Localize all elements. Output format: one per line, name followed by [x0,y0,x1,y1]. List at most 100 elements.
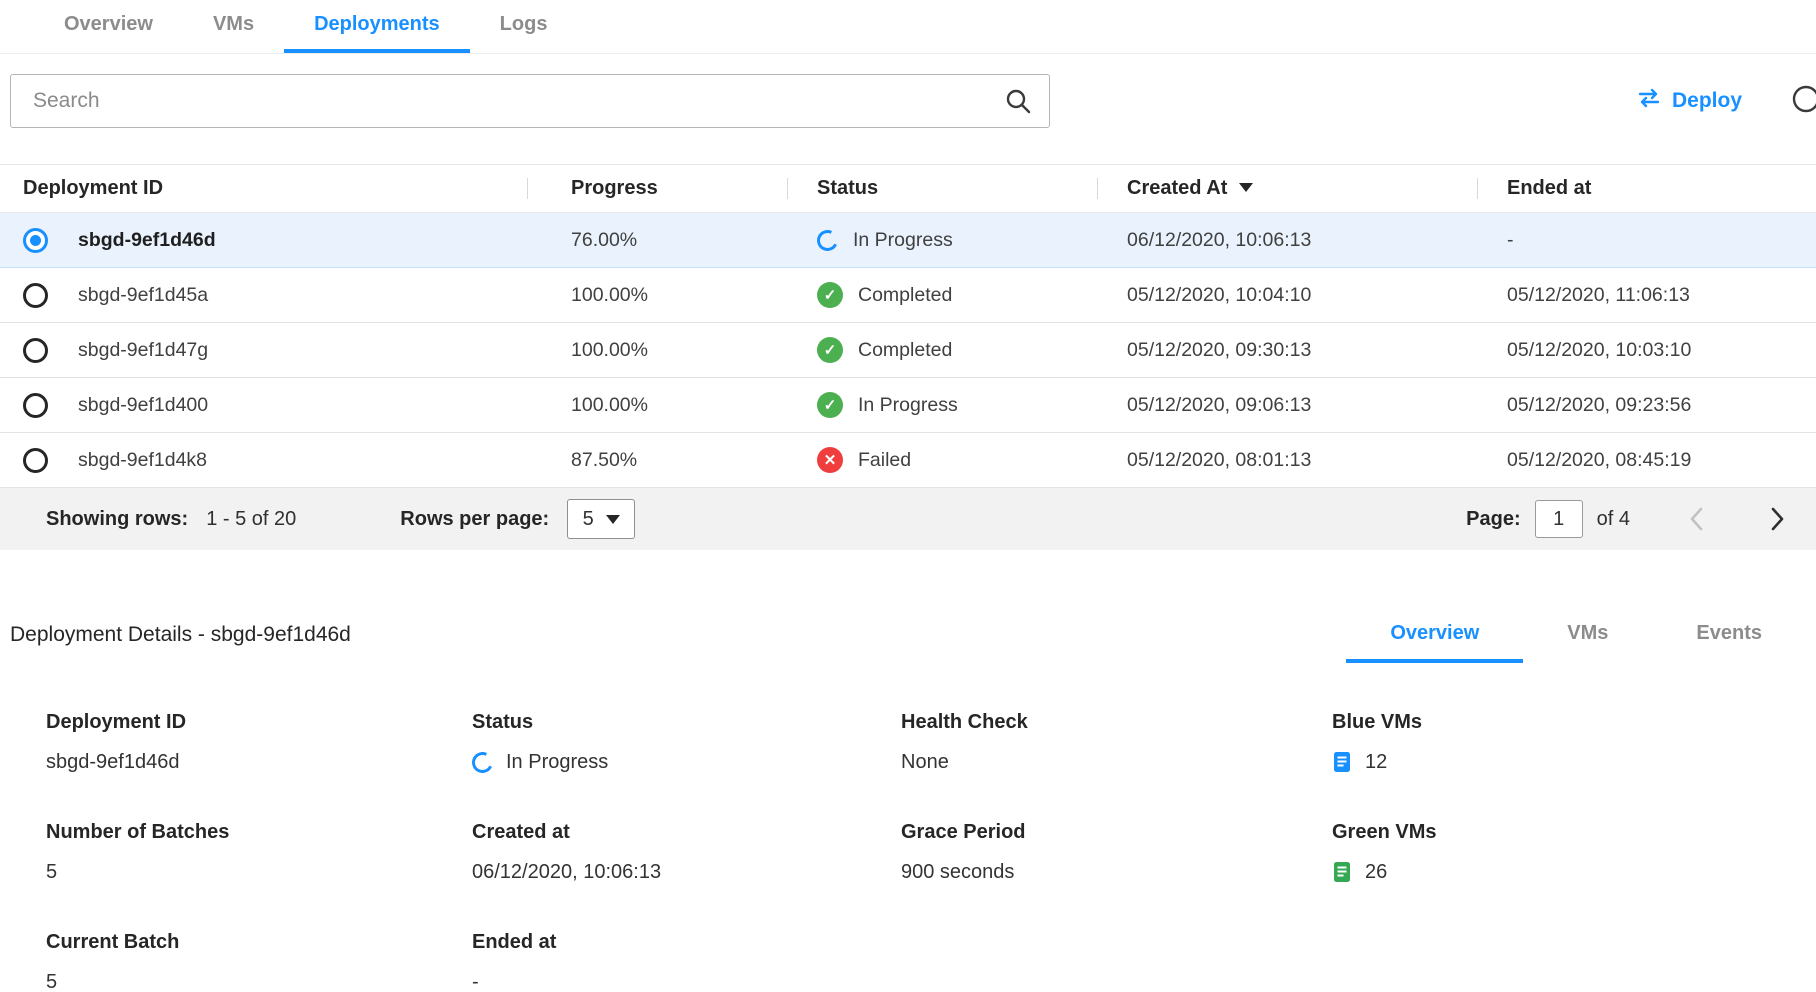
field-status: Status In Progress [472,711,901,775]
page-total: of 4 [1597,508,1630,531]
green-vms-count: 26 [1365,861,1387,884]
status-value: In Progress [506,751,608,774]
tab-deployments[interactable]: Deployments [284,0,470,53]
field-label: Health Check [901,711,1332,734]
deployment-id: sbgd-9ef1d45a [78,284,208,307]
field-green-vms: Green VMs 26 [1332,821,1806,885]
field-label: Number of Batches [46,821,472,844]
deploy-button[interactable]: Deploy [1637,88,1742,114]
status-label: Failed [858,449,911,472]
details-grid: Deployment ID sbgd-9ef1d46d Status In Pr… [46,711,1806,992]
table-row[interactable]: sbgd-9ef1d46d 76.00% In Progress 06/12/2… [0,213,1816,268]
field-value: None [901,749,1332,775]
page-input[interactable] [1535,500,1583,538]
status-label: In Progress [853,229,953,252]
field-health-check: Health Check None [901,711,1332,775]
table-row[interactable]: sbgd-9ef1d47g 100.00% ✓ Completed 05/12/… [0,323,1816,378]
progress-value: 100.00% [527,378,787,433]
field-label: Blue VMs [1332,711,1806,734]
field-value: 900 seconds [901,859,1332,885]
sort-desc-icon[interactable] [1239,183,1253,192]
status-label: In Progress [858,394,958,417]
row-radio[interactable] [23,228,48,253]
progress-value: 87.50% [527,433,787,488]
tab-overview[interactable]: Overview [34,0,183,53]
top-tab-bar: Overview VMs Deployments Logs [0,0,1816,54]
search-box [10,74,1050,128]
search-icon[interactable] [1004,87,1032,120]
pagination-bar: Showing rows: 1 - 5 of 20 Rows per page:… [0,488,1816,550]
details-tab-overview[interactable]: Overview [1346,622,1523,663]
ended-at-value: 05/12/2020, 09:23:56 [1477,378,1816,433]
field-current-batch: Current Batch 5 [46,931,472,992]
field-blue-vms: Blue VMs 12 [1332,711,1806,775]
deployment-details-section: Deployment Details - sbgd-9ef1d46d Overv… [0,622,1816,992]
status-label: Completed [858,284,952,307]
search-input[interactable] [10,74,1050,128]
field-label: Deployment ID [46,711,472,734]
field-label: Grace Period [901,821,1332,844]
spinner-icon [814,227,841,254]
col-header-status: Status [787,165,1097,213]
deploy-button-label: Deploy [1672,89,1742,113]
rows-per-page-value: 5 [583,508,594,531]
field-value: In Progress [472,749,901,775]
field-created-at: Created at 06/12/2020, 10:06:13 [472,821,901,885]
tab-logs[interactable]: Logs [470,0,578,53]
details-tab-events[interactable]: Events [1652,622,1806,663]
details-tab-vms[interactable]: VMs [1523,622,1652,663]
table-row[interactable]: sbgd-9ef1d45a 100.00% ✓ Completed 05/12/… [0,268,1816,323]
showing-rows-value: 1 - 5 of 20 [206,508,296,531]
ended-at-value: 05/12/2020, 11:06:13 [1477,268,1816,323]
col-header-ended-at: Ended at [1477,165,1816,213]
row-radio[interactable] [23,283,48,308]
created-at-value: 05/12/2020, 08:01:13 [1097,433,1477,488]
blue-vms-count: 12 [1365,751,1387,774]
tab-vms[interactable]: VMs [183,0,284,53]
row-radio[interactable] [23,338,48,363]
field-grace-period: Grace Period 900 seconds [901,821,1332,885]
check-icon: ✓ [817,282,843,308]
field-value: - [472,969,901,992]
field-value: 5 [46,859,472,885]
toolbar-right: Deploy [1637,83,1806,120]
created-at-value: 06/12/2020, 10:06:13 [1097,213,1477,268]
prev-page-button[interactable] [1688,506,1704,532]
field-label: Green VMs [1332,821,1806,844]
deployment-id: sbgd-9ef1d4k8 [78,449,207,472]
chevron-left-icon [1688,506,1704,532]
x-icon: ✕ [817,447,843,473]
field-value: 06/12/2020, 10:06:13 [472,859,901,885]
col-header-created-at-label: Created At [1127,177,1227,199]
table-row[interactable]: sbgd-9ef1d4k8 87.50% ✕ Failed 05/12/2020… [0,433,1816,488]
next-page-button[interactable] [1770,506,1786,532]
col-header-deployment-id: Deployment ID [0,165,527,213]
details-title: Deployment Details - sbgd-9ef1d46d [10,623,351,663]
blue-vm-icon [1332,751,1352,773]
green-vm-icon [1332,861,1352,883]
progress-value: 100.00% [527,323,787,378]
deployment-id: sbgd-9ef1d47g [78,339,208,362]
progress-value: 76.00% [527,213,787,268]
table-row[interactable]: sbgd-9ef1d400 100.00% ✓ In Progress 05/1… [0,378,1816,433]
field-label: Status [472,711,901,734]
rows-per-page-select[interactable]: 5 [567,499,635,539]
row-radio[interactable] [23,393,48,418]
toolbar: Deploy [10,74,1806,128]
field-ended-at: Ended at - [472,931,901,992]
ended-at-value: 05/12/2020, 10:03:10 [1477,323,1816,378]
field-value: 5 [46,969,472,992]
row-radio[interactable] [23,448,48,473]
check-icon: ✓ [817,392,843,418]
refresh-icon[interactable] [1790,83,1816,120]
deploy-arrows-icon [1637,88,1661,114]
page-controls: Page: of 4 [1466,500,1786,538]
col-header-created-at[interactable]: Created At [1097,165,1477,213]
deployment-id: sbgd-9ef1d46d [78,229,216,252]
created-at-value: 05/12/2020, 09:30:13 [1097,323,1477,378]
created-at-value: 05/12/2020, 09:06:13 [1097,378,1477,433]
chevron-down-icon [606,515,620,524]
created-at-value: 05/12/2020, 10:04:10 [1097,268,1477,323]
field-label: Current Batch [46,931,472,954]
check-icon: ✓ [817,337,843,363]
